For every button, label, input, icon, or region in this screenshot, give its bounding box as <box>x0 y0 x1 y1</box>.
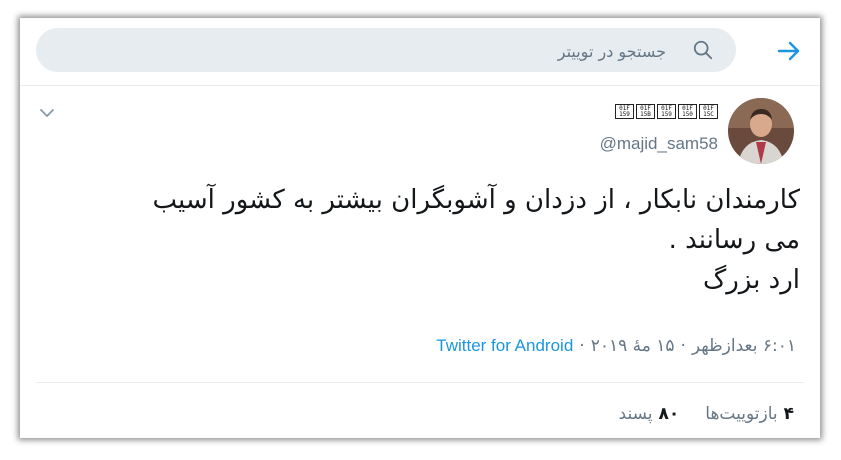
tweet-text-line: ارد بزرگ <box>702 265 800 295</box>
meta-separator: · <box>579 336 585 356</box>
display-name-glyph: 01F 159 <box>657 104 676 119</box>
tweet-meta: ۶:۰۱ بعدازظهر · ۱۵ مهٔ ۲۰۱۹ · Twitter fo… <box>436 336 796 356</box>
arrow-right-icon[interactable] <box>776 38 802 64</box>
display-name-glyph: 01F 150 <box>678 104 697 119</box>
display-name-glyph: 01F 15B <box>636 104 655 119</box>
username[interactable]: @majid_sam58 <box>600 134 718 154</box>
tweet: 01F 15C 01F 150 01F 159 01F 15B 01F 159 … <box>20 86 820 438</box>
display-name[interactable]: 01F 15C 01F 150 01F 159 01F 15B 01F 159 <box>615 104 718 119</box>
retweets-label: بازتوییت‌ها <box>705 404 778 424</box>
avatar[interactable] <box>728 98 794 164</box>
tweet-stats: ۴ بازتوییت‌ها ۸۰ پسند <box>619 404 794 424</box>
likes-count: ۸۰ <box>658 404 680 424</box>
retweets-count: ۴ <box>783 404 794 424</box>
meta-separator: · <box>680 336 686 356</box>
avatar-photo <box>728 98 794 164</box>
search-bar[interactable] <box>36 28 736 72</box>
likes-label: پسند <box>618 404 653 424</box>
search-icon[interactable] <box>692 39 714 61</box>
search-input[interactable] <box>104 38 668 64</box>
tweet-window: 01F 15C 01F 150 01F 159 01F 15B 01F 159 … <box>20 18 820 438</box>
tweet-time[interactable]: ۶:۰۱ بعدازظهر <box>692 336 796 356</box>
tweet-text-line: می رسانند . <box>668 225 800 255</box>
tweet-date[interactable]: ۱۵ مهٔ ۲۰۱۹ <box>591 336 675 356</box>
likes-stat[interactable]: ۸۰ پسند <box>619 404 680 424</box>
top-bar <box>20 18 820 86</box>
display-name-glyph: 01F 15C <box>699 104 718 119</box>
tweet-text-line: کارمندان نابکار ، از دزدان و آشوبگران بی… <box>152 185 800 215</box>
divider <box>36 382 804 383</box>
retweets-stat[interactable]: ۴ بازتوییت‌ها <box>705 404 794 424</box>
tweet-text: کارمندان نابکار ، از دزدان و آشوبگران بی… <box>40 180 800 300</box>
tweet-source-link[interactable]: Twitter for Android <box>436 336 573 356</box>
display-name-glyph: 01F 159 <box>615 104 634 119</box>
chevron-down-icon[interactable] <box>38 106 56 120</box>
